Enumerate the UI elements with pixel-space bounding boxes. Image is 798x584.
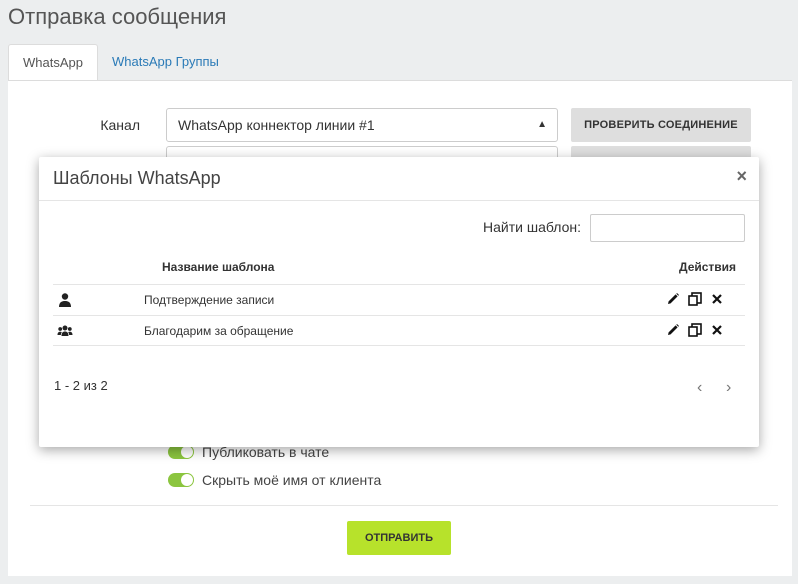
send-button[interactable]: ОТПРАВИТЬ bbox=[347, 521, 451, 555]
delete-icon[interactable] bbox=[710, 323, 724, 337]
hide-my-name-row[interactable]: Скрыть моё имя от клиента bbox=[168, 472, 381, 488]
tab-bar: WhatsApp WhatsApp Группы bbox=[8, 44, 233, 81]
user-icon bbox=[57, 292, 73, 308]
search-label: Найти шаблон: bbox=[483, 219, 581, 235]
table-row[interactable]: Подтверждение записи bbox=[53, 284, 745, 315]
row-actions bbox=[666, 292, 724, 306]
search-input[interactable] bbox=[590, 214, 745, 242]
page-title: Отправка сообщения bbox=[8, 4, 227, 29]
templates-modal: Шаблоны WhatsApp × Найти шаблон: Названи… bbox=[39, 157, 759, 447]
edit-icon[interactable] bbox=[666, 292, 680, 306]
column-header-name: Название шаблона bbox=[162, 260, 275, 274]
modal-header: Шаблоны WhatsApp × bbox=[39, 157, 759, 201]
delete-icon[interactable] bbox=[710, 292, 724, 306]
divider bbox=[30, 505, 778, 506]
close-icon[interactable]: × bbox=[736, 166, 747, 187]
pager-info: 1 - 2 из 2 bbox=[54, 378, 108, 393]
modal-title: Шаблоны WhatsApp bbox=[53, 168, 221, 188]
table-row[interactable]: Благодарим за обращение bbox=[53, 315, 745, 346]
template-name: Благодарим за обращение bbox=[144, 324, 294, 338]
select-arrows-icon: ▲ bbox=[537, 119, 547, 130]
hide-my-name-toggle[interactable] bbox=[168, 473, 194, 487]
chevron-left-icon[interactable]: ‹ bbox=[697, 379, 702, 397]
publish-in-chat-toggle[interactable] bbox=[168, 445, 194, 459]
check-connection-button[interactable]: ПРОВЕРИТЬ СОЕДИНЕНИЕ bbox=[571, 108, 751, 142]
column-header-actions: Действия bbox=[679, 260, 737, 274]
users-icon bbox=[57, 323, 73, 339]
channel-select[interactable]: WhatsApp коннектор линии #1 ▲ bbox=[166, 108, 558, 142]
tab-whatsapp[interactable]: WhatsApp bbox=[8, 44, 98, 81]
tab-whatsapp-groups[interactable]: WhatsApp Группы bbox=[98, 44, 233, 81]
copy-icon[interactable] bbox=[688, 323, 702, 337]
edit-icon[interactable] bbox=[666, 323, 680, 337]
channel-label: Канал bbox=[100, 117, 140, 133]
template-name: Подтверждение записи bbox=[144, 293, 275, 307]
row-actions bbox=[666, 323, 724, 337]
chevron-right-icon[interactable]: › bbox=[726, 379, 731, 397]
copy-icon[interactable] bbox=[688, 292, 702, 306]
hide-my-name-label: Скрыть моё имя от клиента bbox=[202, 472, 382, 488]
channel-select-value: WhatsApp коннектор линии #1 bbox=[178, 117, 375, 133]
